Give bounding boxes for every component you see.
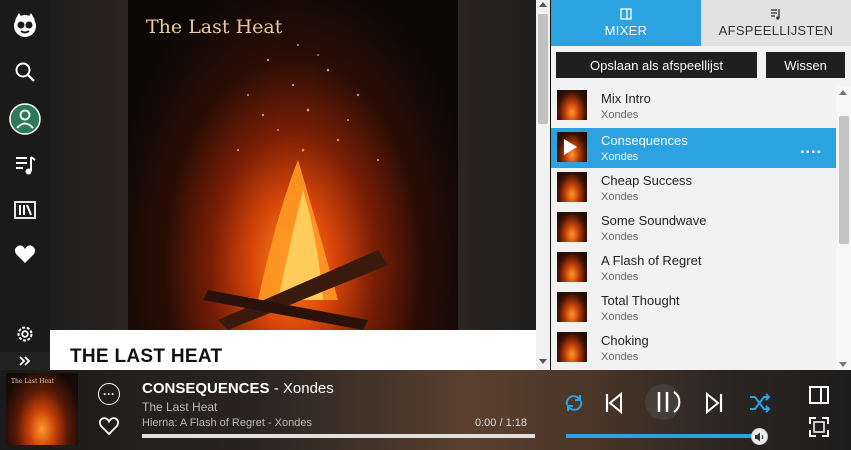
- track-thumbnail: [557, 292, 587, 322]
- tab-playlists[interactable]: AFSPEELLIJSTEN: [701, 0, 851, 46]
- library-icon[interactable]: [0, 192, 50, 228]
- next-up-text: Hierna: A Flash of Regret - Xondes: [142, 417, 312, 429]
- track-row[interactable]: Cheap Success Xondes: [551, 168, 836, 208]
- now-playing-art-title: The Last Heat: [11, 378, 55, 385]
- album-cover-title: The Last Heat: [146, 16, 283, 38]
- scroll-down-arrow-icon[interactable]: [539, 359, 547, 364]
- album-hero: The Last Heat: [50, 0, 536, 330]
- tab-mixer[interactable]: MIXER: [551, 0, 701, 46]
- track-thumbnail: [557, 252, 587, 282]
- app-window: The Last Heat THE LAST HEAT MIXER AFSPEE…: [0, 0, 851, 450]
- left-nav: [0, 0, 50, 370]
- volume-slider[interactable]: [566, 434, 759, 438]
- panel-tabs: MIXER AFSPEELLIJSTEN: [551, 0, 851, 46]
- playlists-icon: [771, 9, 780, 20]
- now-playing-art[interactable]: The Last Heat: [6, 373, 78, 445]
- track-title: A Flash of Regret: [601, 253, 702, 268]
- track-title: Cheap Success: [601, 173, 693, 188]
- track-thumbnail: [557, 172, 587, 202]
- speaker-icon: [755, 432, 764, 441]
- track-thumbnail: [557, 332, 587, 362]
- track-row-selected[interactable]: Consequences Xondes ....: [551, 128, 836, 168]
- search-icon[interactable]: [0, 54, 50, 90]
- track-row[interactable]: Choking Xondes: [551, 328, 836, 368]
- track-row[interactable]: A Flash of Regret Xondes: [551, 248, 836, 288]
- track-artist: Xondes: [601, 351, 639, 363]
- track-artist: Xondes: [601, 151, 639, 163]
- track-artist: Xondes: [601, 109, 639, 121]
- heart-icon[interactable]: [0, 236, 50, 272]
- track-title: Mix Intro: [601, 91, 651, 106]
- main-scroll-thumb[interactable]: [538, 14, 548, 124]
- clear-button[interactable]: Wissen: [766, 52, 845, 78]
- player-bar: The Last Heat ··· CONSEQUENCES - Xondes …: [0, 370, 851, 450]
- track-title: Some Soundwave: [601, 213, 707, 228]
- queue-panel-toggle-icon[interactable]: [808, 385, 830, 405]
- main-content: The Last Heat THE LAST HEAT: [50, 0, 550, 370]
- track-artist: Xondes: [601, 191, 639, 203]
- track-row[interactable]: Some Soundwave Xondes: [551, 208, 836, 248]
- volume-knob[interactable]: [751, 428, 768, 445]
- tab-playlists-label: AFSPEELLIJSTEN: [718, 23, 834, 38]
- page-title: THE LAST HEAT: [70, 346, 223, 367]
- track-artist: Xondes: [601, 271, 639, 283]
- track-artist: Xondes: [601, 311, 639, 323]
- track-title: Choking: [601, 333, 649, 348]
- fullscreen-icon[interactable]: [808, 416, 830, 438]
- main-scrollbar[interactable]: [536, 0, 550, 370]
- profile-icon[interactable]: [0, 101, 50, 137]
- next-track-icon[interactable]: [703, 391, 725, 415]
- panel-scroll-down-icon[interactable]: [839, 362, 847, 367]
- play-icon[interactable]: [564, 139, 577, 155]
- more-options-button[interactable]: ···: [98, 383, 120, 405]
- volume-fill: [566, 434, 759, 438]
- track-thumbnail: [557, 90, 587, 120]
- progress-bar[interactable]: [142, 434, 535, 438]
- save-as-playlist-button[interactable]: Opslaan als afspeellijst: [556, 52, 757, 78]
- track-artist: Xondes: [601, 231, 639, 243]
- mixer-icon: [620, 8, 632, 20]
- favorite-heart-icon[interactable]: [98, 416, 120, 436]
- shuffle-icon[interactable]: [748, 393, 772, 413]
- expand-chevron-icon[interactable]: [0, 352, 50, 370]
- now-playing-title: CONSEQUENCES - Xondes: [142, 380, 334, 397]
- track-title: Total Thought: [601, 293, 680, 308]
- now-playing-song[interactable]: CONSEQUENCES: [142, 380, 270, 397]
- track-title: Consequences: [601, 133, 688, 148]
- now-playing-artist[interactable]: Xondes: [283, 380, 334, 397]
- track-row[interactable]: Mix Intro Xondes: [551, 86, 836, 126]
- album-cover: The Last Heat: [128, 0, 458, 330]
- panel-scroll-thumb[interactable]: [839, 116, 849, 244]
- panel-actions: Opslaan als afspeellijst Wissen: [551, 46, 851, 86]
- playlist-icon[interactable]: [0, 147, 50, 183]
- scroll-up-arrow-icon[interactable]: [539, 2, 547, 7]
- previous-track-icon[interactable]: [603, 391, 625, 415]
- title-separator: -: [269, 380, 283, 397]
- track-row[interactable]: Total Thought Xondes: [551, 288, 836, 328]
- track-thumbnail: [557, 212, 587, 242]
- panel-scroll-up-icon[interactable]: [839, 90, 847, 95]
- time-display: 0:00 / 1:18: [475, 417, 527, 429]
- pause-icon[interactable]: [643, 382, 685, 422]
- napster-logo-icon[interactable]: [0, 7, 50, 43]
- now-playing-album[interactable]: The Last Heat: [142, 400, 217, 414]
- tab-mixer-label: MIXER: [604, 23, 648, 38]
- gear-icon[interactable]: [0, 316, 50, 352]
- repeat-icon[interactable]: [563, 392, 585, 414]
- queue-panel: MIXER AFSPEELLIJSTEN Opslaan als afspeel…: [551, 0, 851, 370]
- track-list: Mix Intro Xondes Consequences Xondes ...…: [551, 86, 851, 370]
- more-options-icon[interactable]: ....: [800, 140, 822, 158]
